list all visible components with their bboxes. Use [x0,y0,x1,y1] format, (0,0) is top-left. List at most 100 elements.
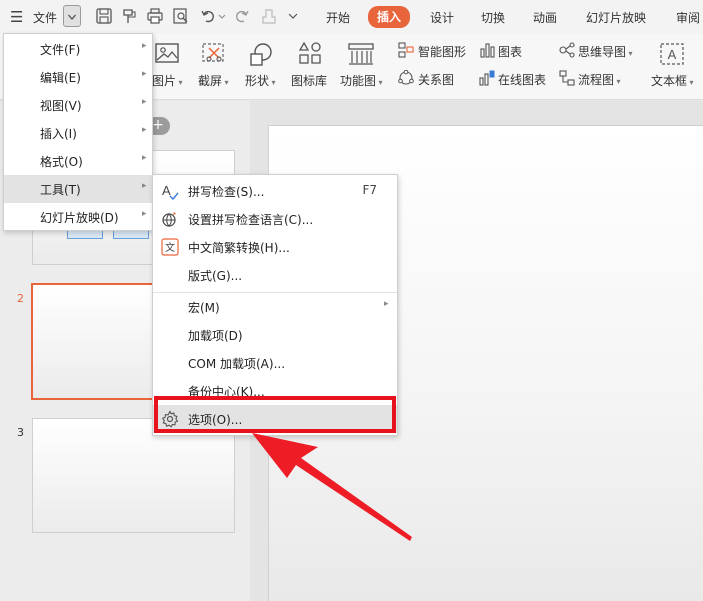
tab-review[interactable]: 审阅 [676,9,700,26]
menu-item-label: 幻灯片放映(D) [40,211,119,225]
tab-animation[interactable]: 动画 [533,9,557,26]
tab-slideshow[interactable]: 幻灯片放映 [586,9,646,26]
menu-item-label: 拼写检查(S)... [188,185,265,199]
menu-item-slideshow[interactable]: 幻灯片放映(D) ▸ [4,203,152,231]
hamburger-icon[interactable]: ☰ [10,8,23,26]
menu-item-spell-language[interactable]: 设置拼写检查语言(C)... [153,205,397,233]
icon-library-button[interactable]: 图标库 [291,72,327,89]
menu-item-label: 宏(M) [188,301,220,315]
textbox-label: 文本框 [651,74,688,88]
function-chart-label: 功能图 [340,74,377,88]
menu-item-insert[interactable]: 插入(I) ▸ [4,119,152,147]
chevron-right-icon: ▸ [142,153,147,163]
menu-item-layout[interactable]: 版式(G)... [153,261,397,289]
function-chart-button[interactable]: 功能图 ▾ [340,72,383,89]
customize-dropdown-icon[interactable] [287,6,299,26]
chevron-right-icon: ▸ [142,125,147,135]
menu-item-spellcheck[interactable]: A 拼写检查(S)... F7 [153,177,397,205]
menu-item-format[interactable]: 格式(O) ▸ [4,147,152,175]
picture-button[interactable]: 图片 ▾ [152,72,183,89]
menu-item-tools[interactable]: 工具(T) ▸ [4,175,152,203]
shape-icon[interactable] [248,41,274,67]
print-preview-icon[interactable] [172,6,190,26]
chevron-down-icon [68,14,76,20]
redo-icon[interactable] [232,6,250,26]
chevron-right-icon: ▸ [384,299,389,309]
relation-chart-icon[interactable] [398,70,414,86]
menu-item-chinese-convert[interactable]: 文 中文简繁转换(H)... [153,233,397,261]
shape-label: 形状 [245,74,270,88]
icon-library-icon[interactable] [298,41,322,65]
menu-item-com-addins[interactable]: COM 加载项(A)... [153,349,397,377]
svg-text:文: 文 [165,241,175,254]
save-icon[interactable] [95,6,113,26]
tab-design[interactable]: 设计 [430,9,454,26]
format-painter-icon[interactable] [120,6,138,26]
chevron-down-icon: ▾ [176,78,183,87]
menu-item-edit[interactable]: 编辑(E) ▸ [4,63,152,91]
globe-language-icon [162,212,176,227]
mindmap-icon[interactable] [559,42,575,58]
menu-item-label: 插入(I) [40,127,77,141]
menu-item-macro[interactable]: 宏(M) ▸ [153,293,397,321]
smartart-icon[interactable] [398,42,414,58]
function-chart-icon[interactable] [347,41,375,67]
chevron-down-icon: ▾ [376,78,383,87]
screenshot-label: 截屏 [198,74,223,88]
relation-chart-button[interactable]: 关系图 [418,71,454,88]
file-dropdown-menu: 文件(F) ▸ 编辑(E) ▸ 视图(V) ▸ 插入(I) ▸ 格式(O) ▸ 工具(T)… [3,33,153,231]
textbox-button[interactable]: 文本框 ▾ [651,72,694,89]
textbox-icon[interactable]: A [660,42,684,66]
chevron-right-icon: ▸ [142,97,147,107]
chevron-down-icon: ▾ [222,78,229,87]
file-dropdown-toggle[interactable] [63,5,81,27]
online-chart-button[interactable]: 在线图表 [498,71,546,88]
smartart-button[interactable]: 智能图形 [418,43,466,60]
tab-transition[interactable]: 切换 [481,9,505,26]
chart-button[interactable]: 图表 [498,43,522,60]
menu-item-label: 版式(G)... [188,269,243,283]
picture-icon[interactable] [155,42,179,64]
highlight-box [154,396,396,433]
flowchart-label: 流程图 [578,73,615,87]
chevron-down-icon: ▾ [687,78,694,87]
menu-item-label: 格式(O) [40,155,83,169]
undo-icon[interactable] [200,6,218,26]
menu-item-label: 设置拼写检查语言(C)... [188,213,314,227]
mindmap-label: 思维导图 [578,45,627,59]
chevron-down-icon: ▾ [269,78,276,87]
undo-dropdown-icon[interactable] [218,6,226,26]
top-menu-bar: ☰ 文件 开始 插入 设计 切换 动画 幻灯片放映 审阅 [0,0,703,34]
chinese-convert-icon: 文 [161,238,179,256]
slide-number: 2 [17,292,24,305]
print-icon[interactable] [146,6,164,26]
menu-item-file[interactable]: 文件(F) ▸ [4,35,152,63]
menu-item-label: COM 加载项(A)... [188,357,286,371]
file-menu-button[interactable]: 文件 [33,9,57,26]
mindmap-button[interactable]: 思维导图 ▾ [578,43,633,60]
clean-format-icon[interactable] [260,6,278,26]
menu-item-label: 文件(F) [40,43,81,57]
tab-home[interactable]: 开始 [326,9,350,26]
chevron-down-icon: ▾ [614,77,621,86]
menu-item-label: 视图(V) [40,99,82,113]
screenshot-button[interactable]: 截屏 ▾ [198,72,229,89]
tab-insert[interactable]: 插入 [368,6,411,28]
menu-item-label: 加载项(D) [188,329,243,343]
menu-item-label: 工具(T) [40,183,81,197]
flowchart-button[interactable]: 流程图 ▾ [578,71,621,88]
shortcut-label: F7 [362,183,377,197]
menu-item-view[interactable]: 视图(V) ▸ [4,91,152,119]
menu-item-label: 中文简繁转换(H)... [188,241,290,255]
online-chart-icon[interactable] [479,70,495,86]
chevron-right-icon: ▸ [142,209,147,219]
menu-item-addins[interactable]: 加载项(D) [153,321,397,349]
screenshot-icon[interactable] [200,40,228,66]
chart-icon[interactable] [479,42,495,58]
menu-item-label: 编辑(E) [40,71,81,85]
chevron-down-icon: ▾ [626,49,633,58]
chevron-right-icon: ▸ [142,181,147,191]
spellcheck-icon: A [162,183,179,200]
flowchart-icon[interactable] [559,70,575,86]
shape-button[interactable]: 形状 ▾ [245,72,276,89]
